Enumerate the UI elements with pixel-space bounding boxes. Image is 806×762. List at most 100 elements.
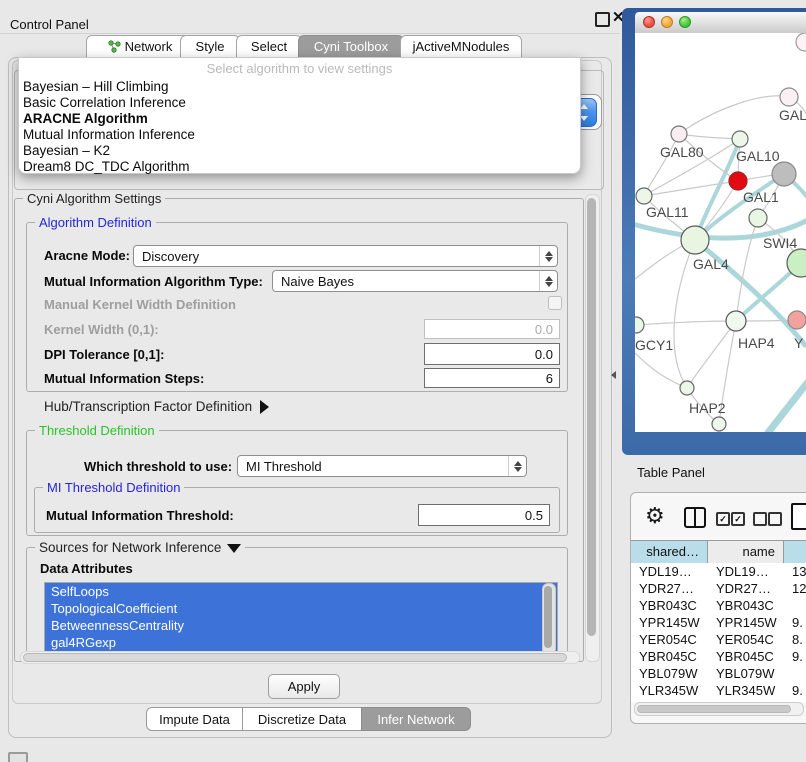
tab-impute-data[interactable]: Impute Data bbox=[146, 707, 243, 731]
list-item[interactable]: gal4RGexp bbox=[45, 634, 557, 651]
network-node[interactable] bbox=[780, 88, 798, 106]
cell: YDL19… bbox=[708, 563, 784, 580]
dpi-tolerance-field[interactable]: 0.0 bbox=[424, 343, 560, 365]
network-node-gal11[interactable] bbox=[636, 188, 652, 204]
columns-icon[interactable] bbox=[684, 507, 706, 528]
deselect-all-checkbox-icon[interactable] bbox=[753, 512, 767, 526]
deselect-all-checkbox-icon[interactable] bbox=[768, 512, 782, 526]
splitter-handle[interactable] bbox=[611, 371, 616, 379]
network-node-hap2[interactable] bbox=[680, 381, 694, 395]
list-item[interactable]: BetweennessCentrality bbox=[45, 617, 557, 634]
tab-cyni-toolbox[interactable]: Cyni Toolbox bbox=[298, 35, 404, 58]
combo-stepper-icon[interactable] bbox=[539, 271, 557, 291]
hub-tf-definition-toggle[interactable]: Hub/Transcription Factor Definition bbox=[44, 399, 269, 414]
mi-threshold-field[interactable]: 0.5 bbox=[418, 504, 550, 526]
column-header-partial[interactable] bbox=[784, 541, 806, 563]
tab-impute-data-label: Impute Data bbox=[159, 712, 230, 727]
table-row[interactable]: YBL079WYBL079W bbox=[631, 665, 806, 682]
dropdown-item[interactable]: Basic Correlation Inference bbox=[23, 95, 186, 110]
dropdown-item[interactable]: Bayesian – Hill Climbing bbox=[23, 79, 169, 94]
column-header-shared[interactable]: shared… bbox=[631, 541, 708, 563]
node-label: HAP2 bbox=[689, 400, 726, 416]
settings-hscrollbar-track[interactable] bbox=[20, 651, 580, 664]
network-canvas[interactable]: GAL GAL80 GAL10 GAL1 GAL11 SWI4 GAL4 GCY… bbox=[635, 33, 806, 432]
tab-discretize-data[interactable]: Discretize Data bbox=[242, 707, 362, 731]
aracne-mode-label: Aracne Mode: bbox=[44, 248, 130, 263]
attributes-scrollbar-track[interactable] bbox=[542, 583, 556, 655]
close-traffic-light-icon[interactable] bbox=[643, 16, 655, 28]
minimized-panel-icon[interactable] bbox=[8, 752, 28, 762]
table-row[interactable]: YLR345WYLR345W9. bbox=[631, 682, 806, 699]
settings-scrollbar-track[interactable] bbox=[585, 194, 600, 662]
table-row[interactable]: YBR043CYBR043C bbox=[631, 597, 806, 614]
settings-hscrollbar-thumb[interactable] bbox=[23, 653, 567, 662]
kernel-width-field[interactable]: 0.0 bbox=[424, 319, 560, 339]
select-all-checkbox-icon[interactable]: ✓ bbox=[716, 512, 730, 526]
gear-icon[interactable]: ⚙ bbox=[645, 503, 665, 529]
document-icon[interactable] bbox=[791, 503, 806, 530]
column-header-name[interactable]: name bbox=[708, 541, 784, 563]
list-item[interactable]: TopologicalCoefficient bbox=[45, 600, 557, 617]
mi-steps-field[interactable]: 6 bbox=[424, 368, 560, 388]
network-node-gal4[interactable] bbox=[681, 226, 709, 254]
combo-stepper-icon[interactable] bbox=[539, 246, 557, 266]
cell: YBL079W bbox=[708, 665, 784, 682]
list-item[interactable]: SelfLoops bbox=[45, 583, 557, 600]
table-row[interactable]: YDR27…YDR27…12 bbox=[631, 580, 806, 597]
network-node[interactable] bbox=[796, 33, 806, 51]
mi-threshold-label: Mutual Information Threshold: bbox=[46, 508, 234, 523]
tab-jactivemnodules[interactable]: jActiveMNodules bbox=[400, 35, 522, 58]
tab-select-label: Select bbox=[251, 39, 287, 54]
tab-select[interactable]: Select bbox=[236, 35, 302, 58]
table-hscrollbar-thumb[interactable] bbox=[637, 705, 791, 713]
table-row[interactable]: YPR145WYPR145W9. bbox=[631, 614, 806, 631]
dropdown-item[interactable]: Dream8 DC_TDC Algorithm bbox=[23, 159, 190, 174]
network-node[interactable] bbox=[712, 417, 726, 431]
cell: 8. bbox=[784, 631, 806, 648]
float-panel-icon[interactable] bbox=[595, 12, 610, 27]
dropdown-item-selected[interactable]: ARACNE Algorithm bbox=[23, 111, 148, 126]
cell: YLR345W bbox=[631, 682, 708, 699]
mi-type-combo[interactable]: Naive Bayes bbox=[272, 270, 558, 292]
node-label: SWI4 bbox=[763, 235, 797, 251]
table-body[interactable]: YDL19…YDL19…13 YDR27…YDR27…12 YBR043CYBR… bbox=[631, 563, 806, 702]
network-node[interactable] bbox=[788, 311, 806, 329]
cyni-settings-title: Cyni Algorithm Settings bbox=[23, 191, 165, 206]
zoom-traffic-light-icon[interactable] bbox=[679, 16, 691, 28]
threshold-definition-title: Threshold Definition bbox=[35, 423, 159, 438]
cell: YBR045C bbox=[708, 648, 784, 665]
select-all-checkbox-icon[interactable]: ✓ bbox=[731, 512, 745, 526]
network-node-gal10[interactable] bbox=[772, 162, 796, 186]
network-node-hap4[interactable] bbox=[726, 311, 746, 331]
network-node-gcy1[interactable] bbox=[635, 317, 644, 333]
data-attributes-list[interactable]: SelfLoops TopologicalCoefficient Between… bbox=[44, 582, 558, 656]
tab-style[interactable]: Style bbox=[180, 35, 240, 58]
tab-infer-network-label: Infer Network bbox=[377, 712, 454, 727]
dropdown-item[interactable]: Mutual Information Inference bbox=[23, 127, 195, 142]
settings-scrollbar-thumb[interactable] bbox=[587, 198, 596, 636]
which-threshold-combo[interactable]: MI Threshold bbox=[237, 455, 527, 477]
network-window-titlebar[interactable] bbox=[635, 12, 806, 34]
cell: YDR27… bbox=[631, 580, 708, 597]
network-node-swi4[interactable] bbox=[749, 209, 767, 227]
table-hscrollbar-track[interactable] bbox=[634, 702, 804, 716]
table-row[interactable]: YDL19…YDL19…13 bbox=[631, 563, 806, 580]
sources-title[interactable]: Sources for Network Inference bbox=[35, 540, 245, 555]
algorithm-dropdown[interactable]: Select algorithm to view settings Bayesi… bbox=[18, 57, 581, 174]
network-node-gal1-red[interactable] bbox=[729, 172, 747, 190]
table-row[interactable]: YBR045CYBR045C9. bbox=[631, 648, 806, 665]
table-row[interactable]: YER054CYER054C8. bbox=[631, 631, 806, 648]
manual-kernel-checkbox[interactable] bbox=[548, 296, 562, 310]
attributes-scrollbar-thumb[interactable] bbox=[544, 586, 552, 648]
aracne-mode-combo[interactable]: Discovery bbox=[133, 245, 558, 267]
network-node[interactable] bbox=[732, 131, 748, 147]
minimize-traffic-light-icon[interactable] bbox=[661, 16, 673, 28]
cell: YBR043C bbox=[631, 597, 708, 614]
combo-stepper-icon[interactable] bbox=[508, 456, 526, 476]
collapsed-arrow-icon bbox=[260, 400, 269, 414]
dropdown-item[interactable]: Bayesian – K2 bbox=[23, 143, 110, 158]
tab-network[interactable]: Network bbox=[86, 35, 194, 58]
network-node[interactable] bbox=[671, 126, 687, 142]
apply-button[interactable]: Apply bbox=[268, 674, 340, 699]
tab-infer-network[interactable]: Infer Network bbox=[361, 707, 471, 731]
